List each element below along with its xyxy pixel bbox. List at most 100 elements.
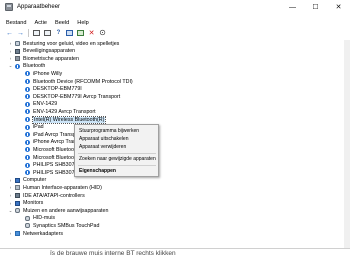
expand-icon[interactable]: › — [8, 56, 13, 61]
tree-device[interactable]: Bluetooth Device (RFCOMM Protocol TDI) — [18, 78, 133, 85]
tree-item-label: IDE ATA/ATAPI-controllers — [23, 192, 85, 199]
mouse-icon — [25, 223, 30, 229]
speaker-icon — [15, 41, 20, 46]
tree-item-label: Intel(R) Wireless Bluetooth(R) — [31, 115, 107, 124]
tree-device[interactable]: PHILIPS SHB3075 — [18, 162, 77, 169]
bt-icon — [25, 162, 30, 168]
disable-device-icon[interactable]: ⊙ — [98, 29, 107, 38]
menu-actie[interactable]: Actie — [35, 20, 47, 26]
tree-category[interactable]: › Human Interface-apparaten (HID) — [8, 184, 102, 191]
window-controls: — ☐ ✕ — [281, 0, 350, 14]
menu-help[interactable]: Help — [77, 20, 89, 26]
minimize-button[interactable]: — — [281, 0, 304, 14]
bt-icon — [25, 109, 30, 115]
bt-icon — [25, 170, 30, 176]
tree-category[interactable]: › Beveiligingsapparaten — [8, 48, 75, 55]
forward-arrow-icon[interactable]: → — [16, 29, 25, 38]
menu-bar: Bestand Actie Beeld Help — [0, 18, 91, 27]
ctx-scan-hardware[interactable]: Zoeken naar gewijzigde apparaten — [79, 156, 156, 162]
bt-icon — [25, 147, 30, 153]
tree-item-label: Computer — [23, 177, 47, 184]
tree-item-label: PHILIPS SHB3075 — [33, 162, 78, 169]
tree-device[interactable]: DESKTOP-EBM779I Avrcp Transport — [18, 93, 120, 100]
tree-category[interactable]: › Computer — [8, 177, 47, 184]
caption-visible: ïs de brauwe muis interne BT rechts klik… — [50, 250, 176, 257]
ctx-disable-device[interactable]: Apparaat uitschakelen — [79, 136, 128, 142]
bt-icon — [15, 63, 20, 69]
bt-icon — [25, 71, 30, 77]
menu-bestand[interactable]: Bestand — [6, 20, 27, 26]
collapse-icon[interactable]: ⌄ — [8, 63, 13, 69]
close-button[interactable]: ✕ — [327, 0, 350, 14]
tree-device[interactable]: iPad Avrcp Transport — [18, 131, 82, 138]
collapse-icon[interactable]: ⌄ — [8, 208, 13, 214]
uninstall-icon[interactable]: ✕ — [87, 29, 96, 38]
monitor-icon — [15, 177, 20, 183]
title-bar[interactable]: Apparaatbeheer — ☐ ✕ — [0, 0, 350, 14]
expand-icon[interactable]: › — [8, 231, 13, 236]
tree-device[interactable]: iPhone Willy — [18, 70, 62, 77]
tree-device[interactable]: ENV-1429 Avrcp Transport — [18, 108, 96, 115]
tree-category[interactable]: ⌄ Bluetooth — [8, 63, 46, 70]
tree-item-label: Bluetooth Device (RFCOMM Protocol TDI) — [33, 78, 133, 85]
update-driver-icon[interactable] — [76, 29, 85, 38]
ctx-uninstall-device[interactable]: Apparaat verwijderen — [79, 144, 126, 150]
tree-item-label: iPad — [33, 124, 44, 131]
tree-item-label: ENV-1429 — [33, 101, 58, 108]
tree-device[interactable]: Intel(R) Wireless Bluetooth(R) — [18, 115, 107, 124]
device-manager-icon — [5, 3, 13, 11]
properties-icon[interactable] — [32, 29, 41, 38]
expand-icon[interactable]: › — [8, 49, 13, 54]
expand-icon[interactable]: › — [8, 185, 13, 190]
mouse-icon — [15, 208, 20, 214]
tree-category[interactable]: ⌄ Muizen en andere aanwijsapparaten — [8, 207, 109, 214]
tree-item-label: Netwerkadapters — [23, 230, 64, 237]
kbd-icon — [15, 185, 20, 191]
net-icon — [15, 231, 20, 236]
bt-icon — [25, 139, 30, 145]
device-tree[interactable]: › Besturing voor geluid, video en spellet… — [0, 40, 350, 248]
tree-item-label: Besturing voor geluid, video en spelletj… — [23, 40, 120, 47]
tree-item-label: HID-muis — [33, 215, 56, 222]
ctx-update-driver[interactable]: Stuurprogramma bijwerken — [79, 128, 139, 134]
maximize-button[interactable]: ☐ — [304, 0, 327, 14]
tree-category[interactable]: › Biometrische apparaten — [8, 55, 79, 62]
bt-icon — [25, 132, 30, 138]
monitor-icon — [15, 200, 20, 206]
tree-category[interactable]: › Netwerkadapters — [8, 230, 63, 237]
bt-icon — [25, 124, 30, 130]
device-list-icon[interactable] — [43, 29, 52, 38]
tree-device[interactable]: ENV-1429 — [18, 101, 57, 108]
vertical-scrollbar[interactable] — [344, 40, 350, 248]
tree-item-label: Synaptics SMBus TouchPad — [33, 222, 100, 229]
expand-icon[interactable]: › — [8, 193, 13, 198]
back-arrow-icon[interactable]: ← — [5, 29, 14, 38]
bt-icon — [25, 155, 30, 160]
tree-device[interactable]: HID-muis — [18, 215, 55, 222]
tree-item-label: Biometrische apparaten — [23, 55, 79, 62]
window-title: Apparaatbeheer — [17, 4, 61, 10]
tree-device[interactable]: DESKTOP-EBM779I — [18, 86, 82, 93]
tree-item-label: DESKTOP-EBM779I — [33, 86, 82, 93]
tree-category[interactable]: › IDE ATA/ATAPI-controllers — [8, 192, 85, 199]
bt-icon — [25, 86, 30, 92]
help-icon[interactable]: ? — [54, 29, 63, 38]
tree-category[interactable]: › Besturing voor geluid, video en spellet… — [8, 40, 120, 47]
expand-icon[interactable]: › — [8, 201, 13, 206]
tree-device[interactable]: Synaptics SMBus TouchPad — [18, 222, 99, 229]
toolbar: ← → ? ✕ ⊙ — [0, 27, 350, 39]
bt-icon — [25, 117, 30, 122]
expand-icon[interactable]: › — [8, 178, 13, 183]
toolbar-separator — [28, 29, 29, 37]
tree-item-label: Human Interface-apparaten (HID) — [23, 184, 102, 191]
tree-category[interactable]: › Monitors — [8, 200, 44, 207]
expand-icon[interactable]: › — [8, 41, 13, 46]
ctx-properties[interactable]: Eigenschappen — [79, 168, 116, 174]
bt-icon — [25, 94, 30, 100]
menu-beeld[interactable]: Beeld — [55, 20, 69, 26]
tree-item-label: iPhone Willy — [33, 70, 63, 77]
tree-device[interactable]: iPad — [18, 124, 44, 131]
ctx-separator — [78, 153, 156, 154]
scan-hardware-icon[interactable] — [65, 29, 74, 38]
gray-icon — [15, 56, 20, 62]
